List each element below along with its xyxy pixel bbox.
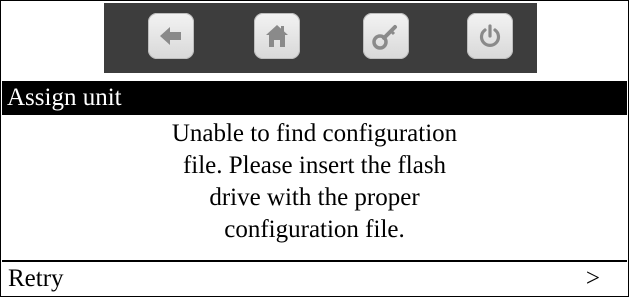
home-icon <box>266 25 288 47</box>
chevron-right-icon: > <box>585 265 600 292</box>
message-line: Unable to find configuration <box>171 120 458 147</box>
retry-label: Retry <box>8 265 64 292</box>
back-arrow-icon <box>160 27 181 45</box>
retry-button[interactable]: Retry > <box>2 262 627 296</box>
screen: Assign unit Unable to find configuration… <box>0 0 629 297</box>
page-title: Assign unit <box>2 81 627 115</box>
power-icon <box>479 24 501 47</box>
key-icon <box>372 25 397 50</box>
home-button[interactable] <box>254 13 300 59</box>
error-message: Unable to find configuration file. Pleas… <box>2 118 627 246</box>
message-line: file. Please insert the flash <box>182 152 447 179</box>
power-button[interactable] <box>467 13 513 59</box>
back-button[interactable] <box>148 13 194 59</box>
message-line: drive with the proper <box>209 184 420 211</box>
message-line: configuration file. <box>224 216 405 243</box>
key-button[interactable] <box>363 13 409 59</box>
toolbar <box>104 3 537 73</box>
